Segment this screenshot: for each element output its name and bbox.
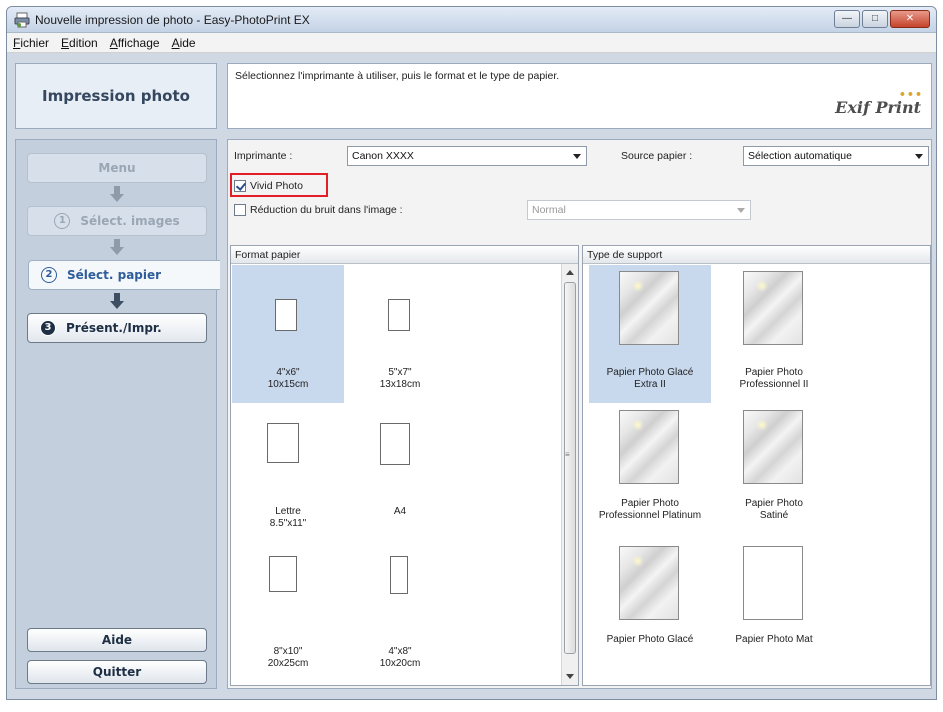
paper-size-item[interactable]: 5"x7" 13x18cm (344, 265, 456, 403)
menu-edit[interactable]: Edition (61, 36, 98, 50)
step-arrow-icon (110, 239, 124, 255)
printer-select[interactable]: Canon XXXX (347, 146, 587, 166)
main-area: Sélectionnez l'imprimante à utiliser, pu… (227, 63, 932, 689)
title-bar: Nouvelle impression de photo - Easy-Phot… (7, 7, 936, 33)
instruction-panel: Sélectionnez l'imprimante à utiliser, pu… (227, 63, 932, 129)
close-button[interactable]: ✕ (890, 10, 930, 28)
paper-source-select[interactable]: Sélection automatique (743, 146, 929, 166)
exif-print-logo: Exif Print ••• (835, 88, 923, 117)
app-window: Nouvelle impression de photo - Easy-Phot… (6, 6, 937, 700)
paper-source-label: Source papier : (621, 150, 693, 162)
menu-bar: Fichier Edition Affichage Aide (7, 33, 936, 53)
instruction-text: Sélectionnez l'imprimante à utiliser, pu… (235, 70, 560, 82)
maximize-button[interactable]: □ (862, 10, 888, 28)
step-select-images-button[interactable]: 1 Sélect. images (27, 206, 207, 236)
paper-size-item[interactable]: 8"x10" 20x25cm (232, 544, 344, 682)
paper-size-item[interactable]: Lettre 8.5"x11" (232, 404, 344, 542)
noise-level-select[interactable]: Normal (527, 200, 751, 220)
menu-file[interactable]: Fichier (13, 36, 49, 50)
scroll-down-icon (566, 674, 574, 679)
menu-help[interactable]: Aide (172, 36, 196, 50)
chevron-down-icon (915, 154, 923, 159)
paper-size-pane: Format papier 4"x6" 10x15cm 5"x7" 13x18c… (230, 245, 579, 686)
menu-button[interactable]: Menu (27, 153, 207, 183)
sidebar: Impression photo Menu 1 Sélect. images 2… (15, 63, 220, 689)
printer-app-icon (14, 12, 30, 28)
noise-reduction-checkbox[interactable] (234, 204, 246, 216)
scroll-thumb (564, 282, 576, 654)
media-type-header: Type de support (583, 246, 930, 264)
step-label: Présent./Impr. (66, 321, 162, 335)
noise-reduction-label: Réduction du bruit dans l'image : (250, 204, 403, 216)
chevron-down-icon (737, 208, 745, 213)
media-type-pane: Type de support Papier Photo Glacé Extra… (582, 245, 931, 686)
step-number: 2 (41, 267, 57, 283)
step-label: Sélect. papier (67, 268, 162, 282)
printer-label: Imprimante : (234, 150, 293, 162)
media-type-item[interactable]: Papier Photo Professionnel Platinum (589, 404, 711, 542)
quit-button[interactable]: Quitter (27, 660, 207, 684)
media-type-item[interactable]: Papier Photo Satiné (713, 404, 835, 542)
step-arrow-icon (110, 293, 124, 309)
step-label: Sélect. images (80, 214, 180, 228)
paper-size-item[interactable]: 4"x8" 10x20cm (344, 544, 456, 682)
chevron-down-icon (573, 154, 581, 159)
minimize-button[interactable]: — (834, 10, 860, 28)
sidebar-header: Impression photo (15, 63, 217, 129)
scroll-up-icon (566, 270, 574, 275)
step-arrow-icon (110, 186, 124, 202)
paper-size-scrollbar[interactable]: ≡ (561, 264, 578, 685)
step-select-paper-button[interactable]: 2 Sélect. papier (28, 260, 220, 290)
media-type-item[interactable]: Papier Photo Professionnel II (713, 265, 835, 403)
media-type-item[interactable]: Papier Photo Glacé Extra II (589, 265, 711, 403)
step-number: 1 (54, 213, 71, 229)
step-number: 3 (40, 320, 56, 336)
paper-size-item[interactable]: A4 (344, 404, 456, 542)
media-type-item[interactable]: Papier Photo Glacé (589, 540, 711, 678)
help-button[interactable]: Aide (27, 628, 207, 652)
media-type-item[interactable]: Papier Photo Mat (713, 540, 835, 678)
window-title: Nouvelle impression de photo - Easy-Phot… (35, 13, 310, 27)
settings-panel: Imprimante : Canon XXXX Source papier : … (227, 139, 932, 689)
step-panel: Menu 1 Sélect. images 2 Sélect. papier 3… (15, 139, 220, 689)
step-layout-print-button[interactable]: 3 Présent./Impr. (27, 313, 207, 343)
highlight-box (230, 173, 328, 197)
paper-size-item[interactable]: 4"x6" 10x15cm (232, 265, 344, 403)
paper-size-header: Format papier (231, 246, 578, 264)
menu-view[interactable]: Affichage (110, 36, 160, 50)
